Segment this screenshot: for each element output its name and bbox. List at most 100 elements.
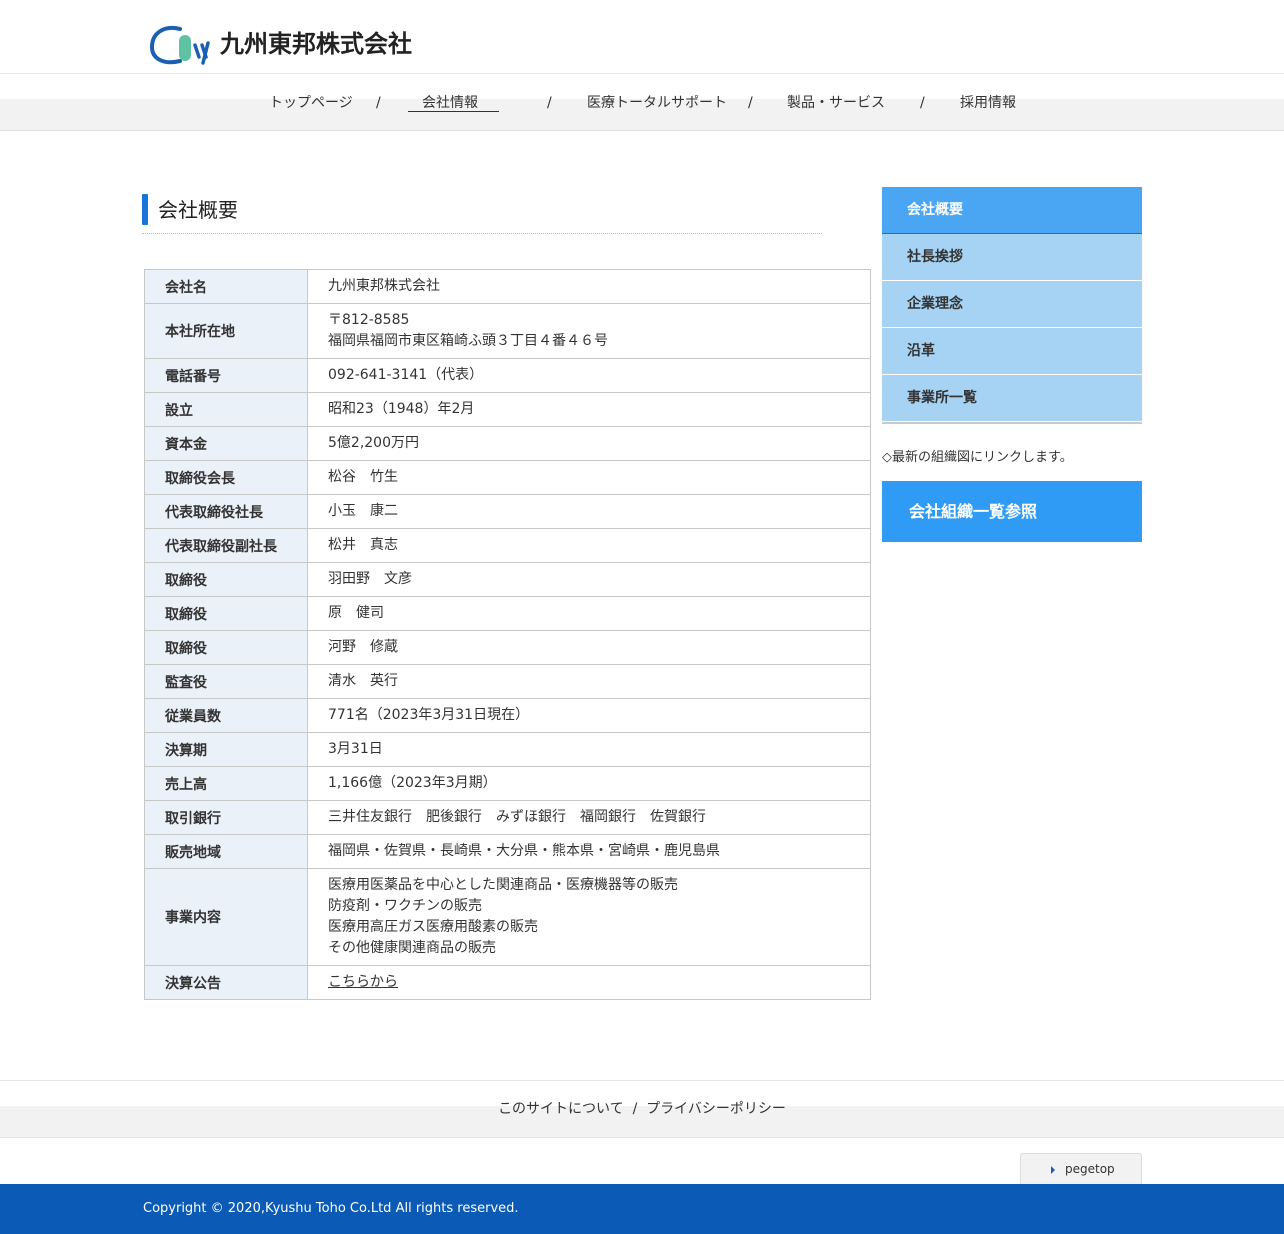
row-value-line: 松谷 竹生 [328, 469, 398, 485]
row-value: 九州東邦株式会社 [307, 269, 871, 304]
row-value: 松井 真志 [307, 528, 871, 563]
row-value-line: 小玉 康二 [328, 503, 398, 519]
footer-link-privacy[interactable]: プライバシーポリシー [646, 1101, 786, 1117]
row-value-line: 3月31日 [328, 741, 383, 757]
row-value: 771名（2023年3月31日現在） [307, 698, 871, 733]
row-value: こちらから [307, 965, 871, 1000]
table-row: 取締役 河野 修蔵 [144, 630, 871, 665]
footer-links: このサイトについて / プライバシーポリシー [0, 1099, 1284, 1119]
row-label: 売上高 [144, 766, 308, 801]
pagetop-button[interactable]: pegetop [1020, 1153, 1142, 1185]
table-row: 資本金 5億2,200万円 [144, 426, 871, 461]
table-row: 取引銀行 三井住友銀行 肥後銀行 みずほ銀行 福岡銀行 佐賀銀行 [144, 800, 871, 835]
heading-accent-bar [142, 194, 148, 225]
row-value: 清水 英行 [307, 664, 871, 699]
table-row: 決算公告 こちらから [144, 965, 871, 1000]
settlement-notice-link[interactable]: こちらから [328, 974, 398, 990]
company-overview-table: 会社名 九州東邦株式会社本社所在地 〒812‐8585 福岡県福岡市東区箱崎ふ頭３丁目… [144, 269, 871, 1000]
side-item-president-message[interactable]: 社長挨拶 [882, 234, 1142, 281]
row-label: 会社名 [144, 269, 308, 304]
table-row: 本社所在地 〒812‐8585 福岡県福岡市東区箱崎ふ頭３丁目４番４６号 [144, 303, 871, 359]
copyright-text: Copyright © 2020,Kyushu Toho Co.Ltd All … [143, 1201, 519, 1216]
side-menu: 会社概要 社長挨拶 企業理念 沿革 事業所一覧 [882, 187, 1142, 424]
side-item-offices[interactable]: 事業所一覧 [882, 375, 1142, 422]
row-value: 医療用医薬品を中心とした関連商品・医療機器等の販売 防疫剤・ワクチンの販売医療用高… [307, 868, 871, 966]
side-item-philosophy[interactable]: 企業理念 [882, 281, 1142, 328]
row-value-line: 河野 修蔵 [328, 639, 398, 655]
row-value: 〒812‐8585 福岡県福岡市東区箱崎ふ頭３丁目４番４６号 [307, 303, 871, 359]
nav-separator: / [920, 95, 925, 111]
table-row: 監査役 清水 英行 [144, 664, 871, 699]
row-value-line: その他健康関連商品の販売 [328, 940, 496, 956]
org-chart-button[interactable]: 会社組織一覧参照 [882, 481, 1142, 542]
table-row: 代表取締役社長 小玉 康二 [144, 494, 871, 529]
row-label: 取引銀行 [144, 800, 308, 835]
footer-separator: / [632, 1101, 638, 1117]
row-value: 三井住友銀行 肥後銀行 みずほ銀行 福岡銀行 佐賀銀行 [307, 800, 871, 835]
row-value: 松谷 竹生 [307, 460, 871, 495]
side-item-company-overview[interactable]: 会社概要 [882, 187, 1142, 234]
table-row: 代表取締役副社長 松井 真志 [144, 528, 871, 563]
row-value: 羽田野 文彦 [307, 562, 871, 597]
row-value-line: 九州東邦株式会社 [328, 278, 440, 294]
table-row: 設立 昭和23（1948）年2月 [144, 392, 871, 427]
row-value: 092‐641‐3141（代表） [307, 358, 871, 393]
row-label: 取締役 [144, 562, 308, 597]
table-row: 従業員数 771名（2023年3月31日現在） [144, 698, 871, 733]
nav-separator: / [547, 95, 552, 111]
row-label: 電話番号 [144, 358, 308, 393]
row-label: 決算期 [144, 732, 308, 767]
row-value-line: 1,166億（2023年3月期） [328, 775, 497, 791]
nav-item-recruit[interactable]: 採用情報 [960, 93, 1016, 113]
row-label: 決算公告 [144, 965, 308, 1000]
row-value: 3月31日 [307, 732, 871, 767]
row-label: 設立 [144, 392, 308, 427]
row-label: 従業員数 [144, 698, 308, 733]
side-item-history[interactable]: 沿革 [882, 328, 1142, 375]
row-value: 昭和23（1948）年2月 [307, 392, 871, 427]
global-nav: トップページ / 会社情報 / 医療トータルサポート / 製品・サービス / 採… [0, 93, 1284, 113]
site-logo[interactable]: 九州東邦株式会社 [150, 23, 412, 65]
row-value-line: 原 健司 [328, 605, 384, 621]
row-value: 河野 修蔵 [307, 630, 871, 665]
row-value-line: 清水 英行 [328, 673, 398, 689]
pagetop-label: pegetop [1065, 1162, 1115, 1176]
row-value-line: 771名（2023年3月31日現在） [328, 707, 530, 723]
row-label: 代表取締役社長 [144, 494, 308, 529]
table-row: 取締役 羽田野 文彦 [144, 562, 871, 597]
row-value-line: 福岡県・佐賀県・長崎県・大分県・熊本県・宮崎県・鹿児島県 [328, 843, 720, 859]
nav-item-company-info[interactable]: 会社情報 [408, 93, 499, 113]
table-row: 決算期 3月31日 [144, 732, 871, 767]
nav-item-top[interactable]: トップページ [269, 93, 353, 113]
table-row: 電話番号 092‐641‐3141（代表） [144, 358, 871, 393]
copyright-bar: Copyright © 2020,Kyushu Toho Co.Ltd All … [0, 1184, 1284, 1234]
page-title: 会社概要 [158, 198, 238, 222]
row-value-line: 5億2,200万円 [328, 435, 419, 451]
company-name-logo-text: 九州東邦株式会社 [220, 30, 412, 58]
row-label: 取締役 [144, 630, 308, 665]
row-value-line: 防疫剤・ワクチンの販売 [328, 898, 482, 914]
row-value-line: 昭和23（1948）年2月 [328, 401, 475, 417]
table-row: 会社名 九州東邦株式会社 [144, 269, 871, 304]
row-value: 原 健司 [307, 596, 871, 631]
table-row: 売上高 1,166億（2023年3月期） [144, 766, 871, 801]
row-value-line: 医療用高圧ガス医療用酸素の販売 [328, 919, 538, 935]
table-row: 取締役会長 松谷 竹生 [144, 460, 871, 495]
table-row: 取締役 原 健司 [144, 596, 871, 631]
org-chart-note: ◇最新の組織図にリンクします。 [882, 450, 1073, 465]
row-value-line: 医療用医薬品を中心とした関連商品・医療機器等の販売 [328, 877, 678, 893]
row-label: 販売地域 [144, 834, 308, 869]
row-value-line: 福岡県福岡市東区箱崎ふ頭３丁目４番４６号 [328, 333, 608, 349]
row-label: 本社所在地 [144, 303, 308, 359]
row-value: 福岡県・佐賀県・長崎県・大分県・熊本県・宮崎県・鹿児島県 [307, 834, 871, 869]
row-value-line: 三井住友銀行 肥後銀行 みずほ銀行 福岡銀行 佐賀銀行 [328, 809, 706, 825]
site-header: 九州東邦株式会社 [0, 0, 1284, 74]
nav-separator: / [748, 95, 753, 111]
table-row: 事業内容 医療用医薬品を中心とした関連商品・医療機器等の販売 防疫剤・ワクチンの販売… [144, 868, 871, 966]
row-value: 1,166億（2023年3月期） [307, 766, 871, 801]
nav-item-medical-support[interactable]: 医療トータルサポート [587, 93, 727, 113]
footer-link-about[interactable]: このサイトについて [498, 1101, 624, 1117]
nav-item-products[interactable]: 製品・サービス [787, 93, 885, 113]
row-label: 監査役 [144, 664, 308, 699]
row-label: 事業内容 [144, 868, 308, 966]
